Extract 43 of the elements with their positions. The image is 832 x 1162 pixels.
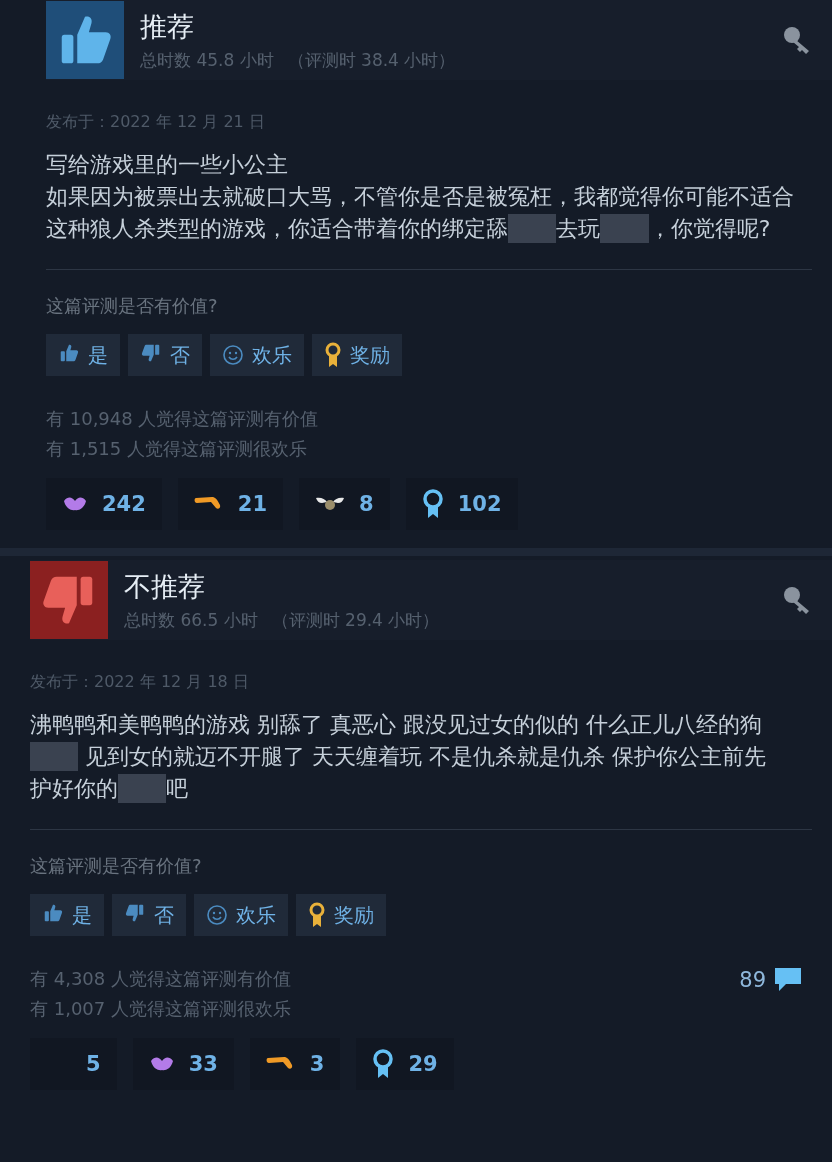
lips-icon <box>62 495 88 513</box>
award-reaction[interactable]: 8 <box>299 478 390 530</box>
award-icon <box>308 902 326 928</box>
medal-icon <box>421 489 444 519</box>
review-verdict: 不推荐 <box>124 569 206 604</box>
posted-date: 发布于：2022 年 12 月 21 日 <box>46 112 266 133</box>
smiley-icon <box>206 904 228 926</box>
medal-icon <box>372 1049 395 1079</box>
helpful-question: 这篇评测是否有价值? <box>30 854 203 878</box>
helpful-question: 这篇评测是否有价值? <box>46 294 219 318</box>
award-reaction[interactable]: 242 <box>46 478 162 530</box>
vote-button[interactable]: 欢乐 <box>194 894 288 936</box>
award-reaction[interactable]: 102 <box>405 478 518 530</box>
posted-date: 发布于：2022 年 12 月 18 日 <box>30 672 250 693</box>
review-text: 沸鸭鸭和美鸭鸭的游戏 别舔了 真恶心 跟没见过女的似的 什么正儿八经的狗 见到女的就迈不开腿了 天天缠着玩 不是仇杀就是仇杀 保护你公主前先护好你的 吧 <box>30 711 768 805</box>
key-icon <box>782 25 812 55</box>
lips-icon <box>148 1055 175 1073</box>
vote-button[interactable]: 是 <box>46 334 120 376</box>
total-playtime: 总时数 45.8 小时 <box>140 48 274 72</box>
vote-button[interactable]: 否 <box>128 334 202 376</box>
review-verdict: 推荐 <box>140 9 195 44</box>
vote-count-text: 有 1,515 人觉得这篇评测很欢乐 <box>46 437 308 461</box>
vote-button[interactable]: 奖励 <box>312 334 402 376</box>
vote-count-text: 有 10,948 人觉得这篇评测有价值 <box>46 407 320 431</box>
award-reaction[interactable]: 3 <box>249 1038 341 1090</box>
vote-button[interactable]: 是 <box>30 894 104 936</box>
vote-count-text: 有 4,308 人觉得这篇评测有价值 <box>30 967 292 991</box>
review-playtime: （评测时 38.4 小时） <box>287 48 456 72</box>
award-reaction[interactable]: 33 <box>132 1038 234 1090</box>
review-playtime: （评测时 29.4 小时） <box>271 608 440 632</box>
comments-button[interactable]: 89 <box>733 964 812 996</box>
total-playtime: 总时数 66.5 小时 <box>124 608 258 632</box>
vote-count-text: 有 1,007 人觉得这篇评测很欢乐 <box>30 997 292 1021</box>
award-icon <box>324 342 342 368</box>
vote-button[interactable]: 奖励 <box>296 894 386 936</box>
award-reaction[interactable]: 5 <box>30 1038 117 1090</box>
vote-button[interactable]: 否 <box>112 894 186 936</box>
review-text: 写给游戏里的一些小公主 如果因为被票出去就破口大骂，不管你是否是被冤枉，我都觉得你可能不适合这种狼人杀类型的游戏，你适合带着你的绑定舔 去玩 ，你觉得呢? <box>46 151 795 245</box>
award-reaction[interactable]: 21 <box>177 478 284 530</box>
vote-button[interactable]: 欢乐 <box>210 334 304 376</box>
key-icon <box>782 585 812 615</box>
smiley-icon <box>222 344 244 366</box>
award-reaction[interactable]: 29 <box>356 1038 454 1090</box>
